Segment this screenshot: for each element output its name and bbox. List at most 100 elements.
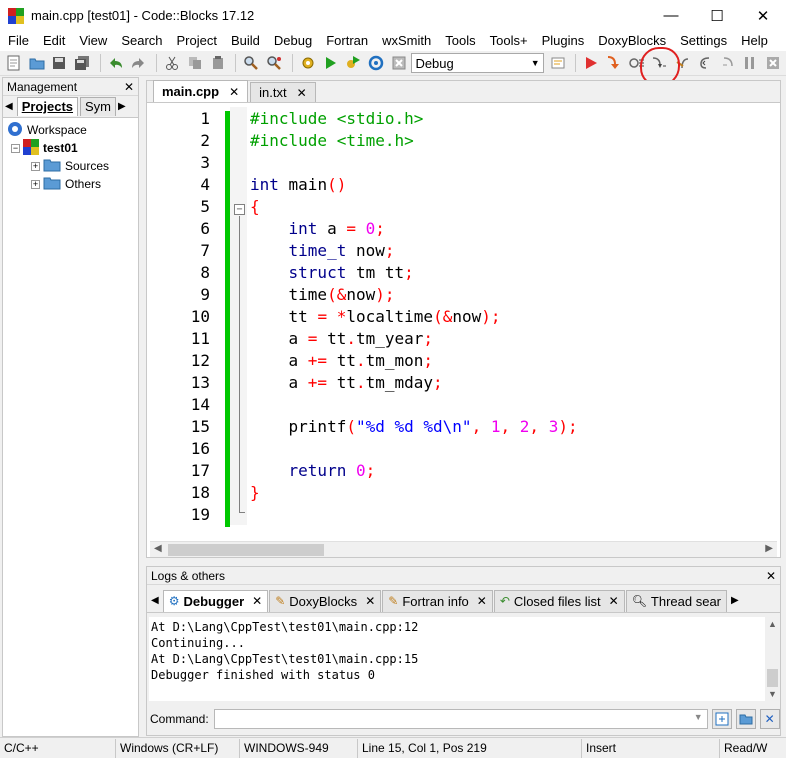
horizontal-scrollbar[interactable]: ◀ ▶ <box>150 541 777 557</box>
close-tab-icon[interactable]: ✕ <box>477 594 487 608</box>
menu-fortran[interactable]: Fortran <box>319 32 375 50</box>
vertical-scrollbar[interactable]: ▲ ▼ <box>765 617 780 701</box>
tabs-left-arrow-icon[interactable]: ◀ <box>5 101 13 112</box>
step-into-instruction-icon[interactable] <box>718 53 738 73</box>
debugger-command-input[interactable]: ▼ <box>213 709 708 729</box>
run-icon[interactable] <box>321 53 341 73</box>
abort-icon[interactable] <box>389 53 409 73</box>
scroll-down-arrow-icon[interactable]: ▼ <box>768 689 777 699</box>
expand-toggle-icon[interactable]: + <box>31 161 40 171</box>
tab-in-txt[interactable]: in.txt ✕ <box>250 82 316 102</box>
fold-collapse-icon[interactable]: − <box>234 204 245 215</box>
tree-item-workspace[interactable]: Workspace <box>3 121 138 139</box>
tree-item-sources[interactable]: + Sources <box>3 157 138 175</box>
tabs-right-arrow-icon[interactable]: ▶ <box>731 595 739 606</box>
tab-closed-files[interactable]: ↶ Closed files list ✕ <box>493 589 625 612</box>
save-icon[interactable] <box>49 53 69 73</box>
chevron-down-icon[interactable]: ▼ <box>694 712 703 722</box>
replace-icon[interactable] <box>264 53 284 73</box>
line-number: 6 <box>200 219 210 238</box>
save-all-icon[interactable] <box>72 53 92 73</box>
scroll-left-arrow-icon[interactable]: ◀ <box>154 543 162 554</box>
menu-file[interactable]: File <box>1 32 36 50</box>
find-icon[interactable] <box>241 53 261 73</box>
menu-view[interactable]: View <box>72 32 114 50</box>
tab-thread-search[interactable]: 🔍︎ Thread sear <box>625 589 728 612</box>
line-number: 2 <box>200 131 210 150</box>
window-title: main.cpp [test01] - Code::Blocks 17.12 <box>31 8 255 23</box>
menu-plugins[interactable]: Plugins <box>535 32 592 50</box>
next-instruction-icon[interactable] <box>695 53 715 73</box>
tree-item-others[interactable]: + Others <box>3 175 138 193</box>
tab-doxyblocks[interactable]: ✎ DoxyBlocks ✕ <box>269 589 382 612</box>
build-gear-icon[interactable] <box>298 53 318 73</box>
menu-search[interactable]: Search <box>114 32 169 50</box>
status-position: Line 15, Col 1, Pos 219 <box>358 738 582 758</box>
menu-settings[interactable]: Settings <box>673 32 734 50</box>
debug-continue-icon[interactable] <box>581 53 601 73</box>
debugger-log-output[interactable]: At D:\Lang\CppTest\test01\main.cpp:12 Co… <box>149 617 765 701</box>
cut-icon[interactable] <box>162 53 182 73</box>
new-file-icon[interactable] <box>4 53 24 73</box>
tab-fortran-info[interactable]: ✎ Fortran info ✕ <box>382 589 493 612</box>
scroll-right-arrow-icon[interactable]: ▶ <box>765 543 773 554</box>
close-panel-icon[interactable]: ✕ <box>766 569 776 583</box>
undo-arrow-icon: ↶ <box>499 594 510 608</box>
menu-help[interactable]: Help <box>734 32 775 50</box>
undo-icon[interactable] <box>106 53 126 73</box>
rebuild-icon[interactable] <box>366 53 386 73</box>
minimize-button[interactable]: — <box>648 0 694 31</box>
scroll-up-arrow-icon[interactable]: ▲ <box>768 619 777 629</box>
tab-label: Debugger <box>183 593 245 609</box>
paste-icon[interactable] <box>208 53 228 73</box>
close-tab-icon[interactable]: ✕ <box>609 594 619 608</box>
clear-log-icon[interactable]: ✕ <box>759 709 780 729</box>
menu-wxsmith[interactable]: wxSmith <box>375 32 438 50</box>
copy-icon[interactable] <box>185 53 205 73</box>
code-editor[interactable]: 1 2 3 4 5 6 7 8 9 10 11 12 13 14 15 16 1… <box>150 107 777 541</box>
log-line: Debugger finished with status 0 <box>151 668 375 682</box>
run-to-cursor-icon[interactable] <box>604 53 624 73</box>
fold-line <box>239 216 240 513</box>
collapse-toggle-icon[interactable]: − <box>11 143 20 153</box>
close-tab-icon[interactable]: ✕ <box>297 86 307 100</box>
tabs-right-arrow-icon[interactable]: ▶ <box>118 101 126 112</box>
menu-tools[interactable]: Tools <box>438 32 482 50</box>
close-tab-icon[interactable]: ✕ <box>365 594 375 608</box>
tab-projects[interactable]: Projects <box>16 97 79 116</box>
target-options-icon[interactable] <box>548 53 568 73</box>
stop-debugger-icon[interactable] <box>763 53 783 73</box>
tab-symbols[interactable]: Sym <box>80 97 117 116</box>
load-script-icon[interactable] <box>711 709 732 729</box>
tab-debugger[interactable]: ⚙ Debugger ✕ <box>162 589 269 612</box>
fold-end <box>239 512 245 513</box>
line-number: 17 <box>190 461 210 480</box>
close-tab-icon[interactable]: ✕ <box>229 85 239 99</box>
status-mode: Insert <box>582 738 720 758</box>
build-target-select[interactable]: Debug ▼ <box>411 53 544 73</box>
menu-debug[interactable]: Debug <box>267 32 319 50</box>
save-log-icon[interactable] <box>735 709 756 729</box>
close-button[interactable]: ✕ <box>740 0 786 31</box>
tab-main-cpp[interactable]: main.cpp ✕ <box>153 80 249 102</box>
pause-icon[interactable] <box>740 53 760 73</box>
menu-build[interactable]: Build <box>224 32 267 50</box>
tabs-left-arrow-icon[interactable]: ◀ <box>151 595 159 606</box>
tree-item-project[interactable]: − test01 <box>3 138 138 158</box>
build-and-run-icon[interactable] <box>343 53 363 73</box>
maximize-button[interactable]: ☐ <box>694 0 740 31</box>
code-line-17: return 0; <box>288 461 376 480</box>
scrollbar-thumb[interactable] <box>168 544 324 556</box>
redo-icon[interactable] <box>129 53 149 73</box>
expand-toggle-icon[interactable]: + <box>31 179 40 189</box>
line-number: 18 <box>190 483 210 502</box>
close-tab-icon[interactable]: ✕ <box>252 594 262 608</box>
scrollbar-thumb[interactable] <box>767 669 778 687</box>
menu-edit[interactable]: Edit <box>36 32 72 50</box>
menu-project[interactable]: Project <box>170 32 224 50</box>
project-icon <box>23 138 39 158</box>
open-file-icon[interactable] <box>27 53 47 73</box>
close-panel-icon[interactable]: ✕ <box>124 80 134 94</box>
tab-label: in.txt <box>259 85 287 100</box>
menu-tools-plus[interactable]: Tools+ <box>483 32 535 50</box>
